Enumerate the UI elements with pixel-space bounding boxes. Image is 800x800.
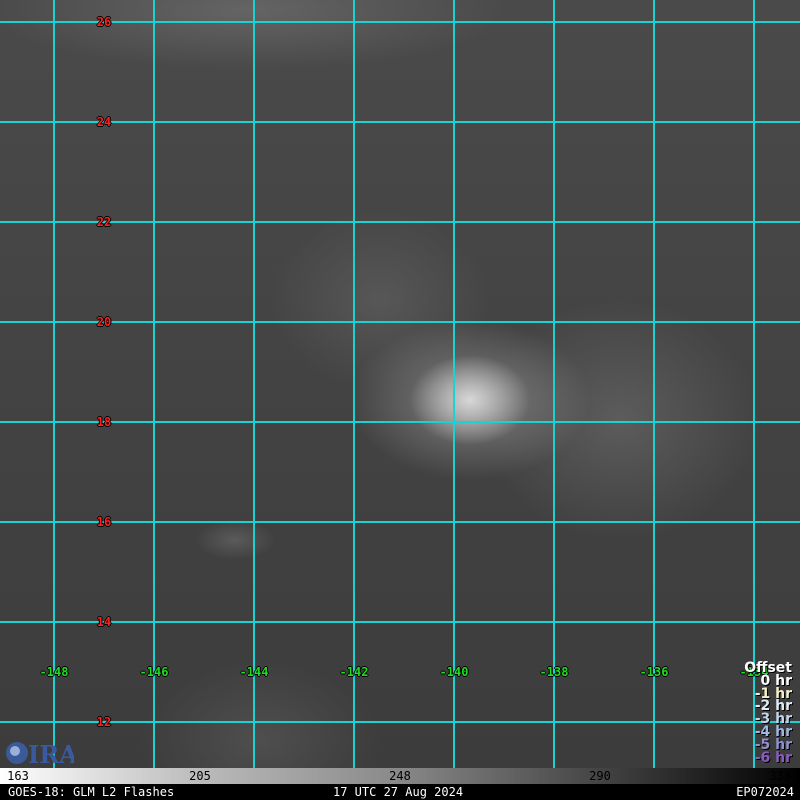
parallel-line: [0, 521, 800, 523]
footer-time: 17 UTC 27 Aug 2024: [333, 785, 464, 799]
latitude-label: 20: [96, 315, 112, 329]
latitude-label: 24: [96, 115, 112, 129]
parallel-line: [0, 721, 800, 723]
colorbar-tick: 205: [189, 769, 211, 783]
colorbar-tick: 163: [7, 769, 29, 783]
latitude-label: 16: [96, 515, 112, 529]
meridian-line: [153, 0, 155, 768]
footer-bar: GOES-18: GLM L2 Flashes 17 UTC 27 Aug 20…: [0, 784, 800, 800]
longitude-label: -138: [539, 665, 569, 679]
latitude-label: 22: [96, 215, 112, 229]
meridian-line: [353, 0, 355, 768]
meridian-line: [653, 0, 655, 768]
colorbar-tick: 248: [389, 769, 411, 783]
meridian-line: [553, 0, 555, 768]
latitude-label: 26: [96, 15, 112, 29]
parallel-line: [0, 121, 800, 123]
colorbar-tick: 333: [769, 769, 791, 783]
time-offset-legend: Offset 0 hr -1 hr -2 hr -3 hr -4 hr -5 hr -6 h…: [744, 661, 792, 766]
legend-item: -6 hr: [754, 749, 792, 766]
parallel-line: [0, 21, 800, 23]
satellite-viewer: 26 24 22 20 18 16 14 12 -148 -146 -144 -142 -140 -13…: [0, 0, 800, 800]
colorbar-tick: 290: [589, 769, 611, 783]
parallel-line: [0, 221, 800, 223]
footer-product: GOES-18: GLM L2 Flashes: [8, 785, 175, 799]
footer-storm-id: EP072024: [736, 785, 794, 799]
cira-logo: IRA: [6, 740, 74, 766]
svg-text:IRA: IRA: [28, 740, 74, 766]
longitude-label: -148: [39, 665, 69, 679]
parallel-line: [0, 421, 800, 423]
latitude-label: 14: [96, 615, 112, 629]
meridian-line: [753, 0, 755, 768]
longitude-label: -144: [239, 665, 269, 679]
longitude-label: -140: [439, 665, 469, 679]
meridian-line: [53, 0, 55, 768]
meridian-line: [453, 0, 455, 768]
satellite-image: [0, 0, 800, 768]
latitude-label: 12: [96, 715, 112, 729]
latitude-label: 18: [96, 415, 112, 429]
longitude-label: -136: [639, 665, 669, 679]
meridian-line: [253, 0, 255, 768]
parallel-line: [0, 621, 800, 623]
longitude-label: -146: [139, 665, 169, 679]
longitude-label: -142: [339, 665, 369, 679]
parallel-line: [0, 321, 800, 323]
